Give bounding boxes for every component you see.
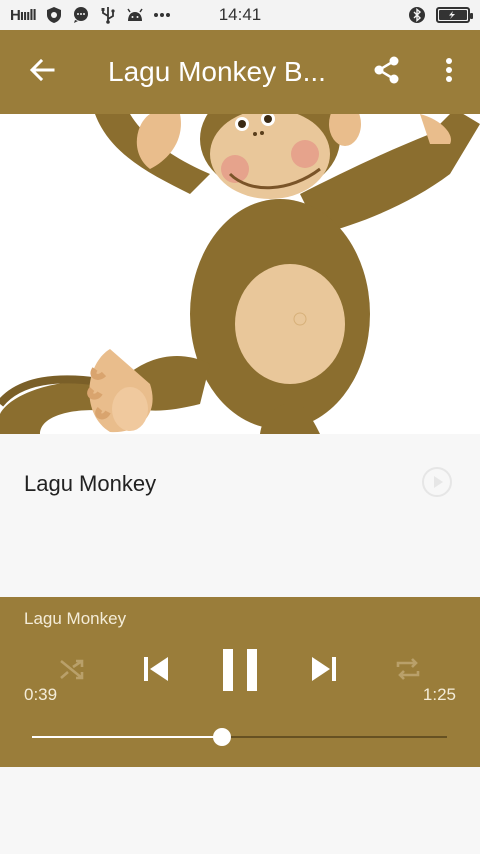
monkey-illustration <box>0 114 480 434</box>
shuffle-button[interactable] <box>52 653 92 689</box>
status-right-icons <box>408 6 473 24</box>
next-button[interactable] <box>302 649 346 693</box>
usb-icon <box>99 6 117 24</box>
pause-button[interactable] <box>215 647 265 697</box>
album-artwork <box>0 114 480 434</box>
seek-bar[interactable] <box>32 728 447 746</box>
now-playing-title: Lagu Monkey <box>24 609 127 628</box>
elapsed-time: 0:39 <box>24 685 58 704</box>
back-button[interactable] <box>0 30 84 114</box>
pause-icon <box>221 648 259 697</box>
player-controls: Lagu Monkey 0:39 1:25 <box>0 597 480 767</box>
overflow-menu-button[interactable] <box>418 30 480 114</box>
bottom-area <box>0 767 480 854</box>
seek-bar-progress <box>32 736 223 738</box>
repeat-icon <box>394 655 422 688</box>
seek-bar-thumb[interactable] <box>213 728 232 746</box>
status-left-icons: Hıııll <box>10 6 171 24</box>
app-bar: Lagu Monkey B... <box>0 30 480 114</box>
more-vertical-icon <box>445 57 453 88</box>
total-duration: 1:25 <box>422 685 456 704</box>
bluetooth-icon <box>408 6 426 24</box>
track-title: Lagu Monkey <box>24 471 157 496</box>
track-info: Lagu Monkey <box>0 434 480 597</box>
play-circle-icon <box>421 467 453 502</box>
previous-button[interactable] <box>134 649 178 693</box>
android-icon <box>126 6 144 24</box>
skip-previous-icon <box>141 654 171 689</box>
page-title: Lagu Monkey B... <box>108 56 326 87</box>
shuffle-icon <box>58 655 86 688</box>
play-track-button[interactable] <box>421 466 453 503</box>
skip-next-icon <box>309 654 339 689</box>
signal-strength: Hıııll <box>10 6 37 24</box>
battery-icon <box>436 7 473 23</box>
share-icon <box>372 55 402 90</box>
shield-icon <box>45 6 63 24</box>
status-bar: Hıııll 14:41 <box>0 0 480 30</box>
battery-level <box>439 10 467 20</box>
more-icon <box>153 6 171 24</box>
share-button[interactable] <box>356 30 418 114</box>
chat-icon <box>72 6 90 24</box>
arrow-left-icon <box>28 56 56 89</box>
repeat-button[interactable] <box>388 653 428 689</box>
